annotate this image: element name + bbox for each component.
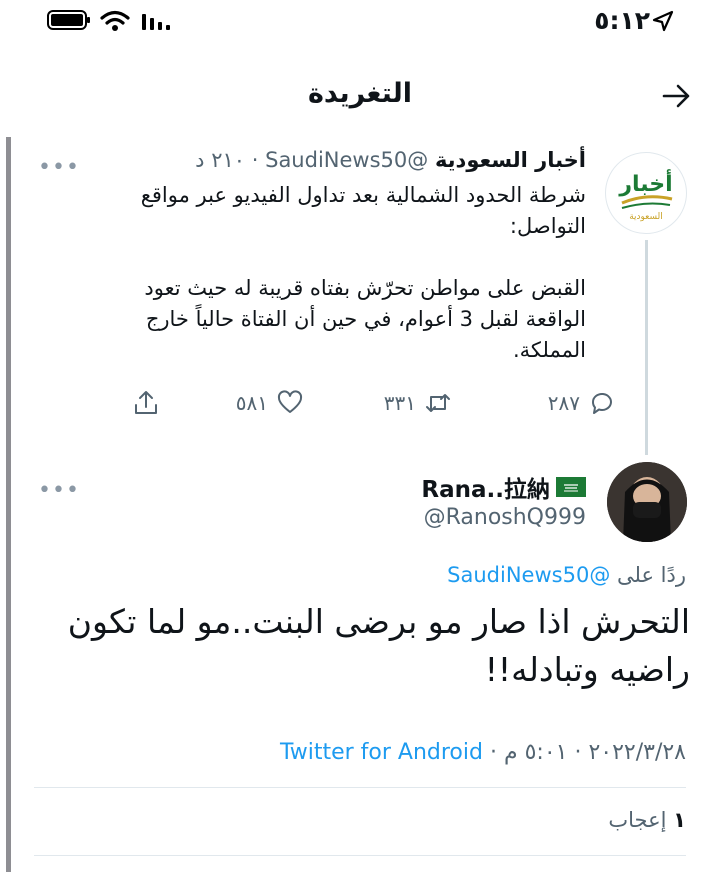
wifi-icon	[100, 10, 130, 32]
tweet-meta: ٢٠٢٢/٣/٢٨ · ٥:٠١ م · Twitter for Android	[279, 740, 686, 765]
location-arrow-icon	[652, 10, 674, 32]
likes-summary[interactable]: ١ إعجاب	[608, 808, 686, 832]
status-time: ٥:١٢	[594, 6, 650, 35]
handle[interactable]: @RanoshQ999	[424, 505, 586, 530]
likes-count: ١	[673, 808, 686, 832]
more-options-icon[interactable]: •••	[38, 478, 80, 503]
tweet-line: التواصل:	[509, 214, 586, 238]
tweet-line: المملكة.	[513, 338, 586, 362]
tweet-age: ٢١٠ د	[195, 148, 246, 172]
reply-button[interactable]: ٢٨٧	[548, 388, 616, 418]
avatar[interactable]: أخبار السعودية	[605, 152, 687, 234]
page-title: التغريدة	[307, 78, 413, 109]
scroll-indicator	[6, 137, 11, 872]
signal-icon	[141, 10, 175, 32]
tweet-line: التحرش اذا صار مو برضى البنت..مو لما تكو…	[67, 602, 690, 641]
tweet-line: راضيه وتبادله!!	[484, 650, 690, 689]
heart-icon	[277, 390, 303, 413]
tweet-line: شرطة الحدود الشمالية بعد تداول الفيديو ع…	[140, 183, 586, 207]
divider	[34, 787, 686, 788]
tweet-line: القبض على مواطن تحرّش بفتاه قريبة له حيث…	[144, 276, 586, 300]
tweet-text: التحرش اذا صار مو برضى البنت..مو لما تكو…	[50, 598, 690, 694]
tweet-date-time: ٢٠٢٢/٣/٢٨ · ٥:٠١ م	[503, 740, 686, 765]
retweet-button[interactable]: ٣٣١	[384, 388, 452, 418]
display-name-text: Rana..拉納	[421, 477, 550, 503]
reply-context: ردًا على @SaudiNews50	[447, 563, 686, 587]
divider	[34, 855, 686, 856]
avatar-brand-subtext: السعودية	[629, 212, 663, 222]
reply-icon	[591, 392, 612, 414]
display-name[interactable]: Rana..拉納	[421, 470, 586, 504]
reply-count: ٢٨٧	[547, 391, 580, 415]
tweet-text: شرطة الحدود الشمالية بعد تداول الفيديو ع…	[86, 180, 586, 366]
share-button[interactable]	[132, 388, 160, 418]
share-icon	[135, 391, 157, 414]
tweet-source-link[interactable]: Twitter for Android	[280, 740, 483, 765]
battery-icon	[46, 9, 92, 31]
avatar-brand-text: أخبار	[618, 168, 672, 197]
thread-line	[645, 240, 648, 455]
reply-prefix: ردًا على	[617, 563, 686, 587]
display-name[interactable]: أخبار السعودية	[435, 148, 586, 172]
like-count: ٥٨١	[235, 391, 268, 415]
like-button[interactable]: ٥٨١	[236, 388, 304, 418]
saudi-flag-icon	[556, 477, 586, 497]
likes-label: إعجاب	[608, 808, 667, 832]
avatar[interactable]	[607, 462, 687, 542]
handle[interactable]: @SaudiNews50	[265, 148, 428, 172]
back-arrow-icon[interactable]	[660, 80, 692, 112]
tweet-line: الواقعة لقبل 3 أعوام، في حين أن الفتاة ح…	[145, 307, 586, 331]
more-options-icon[interactable]: •••	[38, 155, 80, 180]
tweet-header: أخبار السعودية @SaudiNews50 · ٢١٠ د	[195, 148, 586, 172]
retweet-count: ٣٣١	[383, 391, 416, 415]
retweet-icon	[426, 394, 450, 412]
reply-handle-link[interactable]: @SaudiNews50	[447, 563, 610, 587]
